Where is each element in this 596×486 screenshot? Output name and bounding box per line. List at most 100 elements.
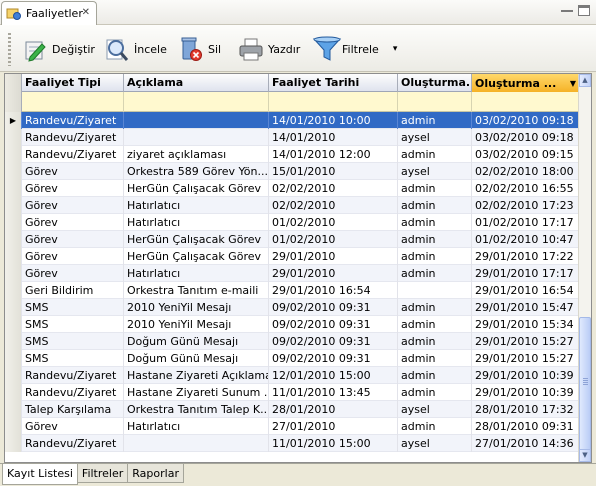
cell-created-by[interactable]: admin [398,265,472,282]
cell-activity-type[interactable]: SMS [22,350,124,367]
cell-activity-date[interactable]: 02/02/2010 [269,197,398,214]
cell-activity-type[interactable]: Geri Bildirim [22,282,124,299]
cell-description[interactable]: Hastane Ziyareti Açıklaması [124,367,269,384]
vertical-scrollbar[interactable]: ▲ ▼ [578,74,591,462]
cell-description[interactable]: Hatırlatıcı [124,214,269,231]
row-indicator[interactable] [5,418,22,435]
cell-created-by[interactable]: admin [398,180,472,197]
row-indicator[interactable] [5,316,22,333]
scroll-thumb[interactable] [579,317,591,451]
cell-created-date[interactable]: 29/01/2010 17:22 [472,248,580,265]
filter-cell-activity-type[interactable] [22,92,124,112]
cell-description[interactable]: HerGün Çalışacak Görev [124,231,269,248]
cell-activity-date[interactable]: 29/01/2010 [269,248,398,265]
cell-created-date[interactable]: 02/02/2010 18:00 [472,163,580,180]
row-indicator[interactable] [5,350,22,367]
tab-filters[interactable]: Filtreler [76,464,129,483]
cell-activity-type[interactable]: Talep Karşılama [22,401,124,418]
table-row[interactable]: SMS Doğum Günü Mesajı 09/02/2010 09:31 admi… [5,333,580,350]
row-indicator[interactable] [5,129,22,146]
cell-created-date[interactable]: 28/01/2010 09:31 [472,418,580,435]
cell-created-date[interactable]: 29/01/2010 10:39 [472,367,580,384]
table-row[interactable]: Görev HerGün Çalışacak Görev 29/01/2010 adm… [5,248,580,265]
cell-created-by[interactable]: admin [398,146,472,163]
cell-activity-type[interactable]: Görev [22,248,124,265]
column-header-activity-date[interactable]: Faaliyet Tarihi [269,74,398,92]
cell-activity-date[interactable]: 12/01/2010 15:00 [269,367,398,384]
view-tab-faaliyetler[interactable]: Faaliyetler ✕ [1,1,97,25]
column-header-created-date[interactable]: Oluşturma ... ▼ [472,74,580,92]
cell-activity-date[interactable]: 29/01/2010 16:54 [269,282,398,299]
table-row[interactable]: ▶ Randevu/Ziyaret 14/01/2010 10:00 admin 03/… [5,112,580,129]
cell-activity-type[interactable]: Randevu/Ziyaret [22,146,124,163]
cell-created-date[interactable]: 01/02/2010 10:47 [472,231,580,248]
cell-created-date[interactable]: 29/01/2010 16:54 [472,282,580,299]
cell-activity-type[interactable]: Görev [22,231,124,248]
row-indicator[interactable] [5,299,22,316]
row-indicator[interactable] [5,163,22,180]
cell-created-by[interactable]: admin [398,299,472,316]
column-header-description[interactable]: Açıklama [124,74,269,92]
cell-description[interactable]: HerGün Çalışacak Görev [124,248,269,265]
cell-activity-type[interactable]: Görev [22,214,124,231]
cell-created-date[interactable]: 03/02/2010 09:18 [472,112,580,129]
print-button[interactable]: Yazdır [238,31,300,67]
tab-record-list[interactable]: Kayıt Listesi [2,464,78,485]
cell-activity-date[interactable]: 09/02/2010 09:31 [269,333,398,350]
cell-created-by[interactable]: admin [398,248,472,265]
cell-created-date[interactable]: 29/01/2010 17:17 [472,265,580,282]
cell-activity-date[interactable]: 01/02/2010 [269,231,398,248]
cell-activity-date[interactable]: 01/02/2010 [269,214,398,231]
cell-description[interactable]: Hastane Ziyareti Sunum ... [124,384,269,401]
delete-button[interactable]: Sil [178,31,221,67]
cell-created-by[interactable]: admin [398,231,472,248]
cell-created-date[interactable]: 28/01/2010 17:32 [472,401,580,418]
table-row[interactable]: SMS Doğum Günü Mesajı 09/02/2010 09:31 admi… [5,350,580,367]
cell-created-date[interactable]: 29/01/2010 15:34 [472,316,580,333]
maximize-icon[interactable] [578,5,590,16]
row-indicator[interactable] [5,180,22,197]
cell-created-by[interactable]: aysel [398,435,472,452]
cell-activity-date[interactable]: 09/02/2010 09:31 [269,316,398,333]
cell-activity-type[interactable]: Randevu/Ziyaret [22,129,124,146]
cell-activity-date[interactable]: 29/01/2010 [269,265,398,282]
cell-activity-date[interactable]: 02/02/2010 [269,180,398,197]
cell-created-by[interactable]: aysel [398,163,472,180]
cell-created-date[interactable]: 29/01/2010 15:27 [472,333,580,350]
table-row[interactable]: SMS 2010 YeniYil Mesajı 09/02/2010 09:31 ad… [5,316,580,333]
cell-activity-date[interactable]: 15/01/2010 [269,163,398,180]
toolbar-grip[interactable] [8,33,11,66]
filter-cell-activity-date[interactable] [269,92,398,112]
table-row[interactable]: Geri Bildirim Orkestra Tanıtım e-maili 29/… [5,282,580,299]
current-row-indicator-icon[interactable]: ▶ [5,112,22,129]
cell-created-by[interactable]: aysel [398,401,472,418]
cell-created-by[interactable]: admin [398,214,472,231]
cell-description[interactable] [124,129,269,146]
cell-activity-type[interactable]: SMS [22,316,124,333]
cell-description[interactable] [124,112,269,129]
table-row[interactable]: Görev Hatırlatıcı 01/02/2010 admin 01/02/201… [5,214,580,231]
cell-created-by[interactable]: admin [398,112,472,129]
table-row[interactable]: Görev HerGün Çalışacak Görev 01/02/2010 adm… [5,231,580,248]
table-row[interactable]: Görev Hatırlatıcı 29/01/2010 admin 29/01/201… [5,265,580,282]
scroll-down-icon[interactable]: ▼ [579,449,591,462]
filter-cell-description[interactable] [124,92,269,112]
cell-created-date[interactable]: 01/02/2010 17:17 [472,214,580,231]
cell-created-date[interactable]: 29/01/2010 10:39 [472,384,580,401]
cell-description[interactable] [124,435,269,452]
cell-activity-date[interactable]: 09/02/2010 09:31 [269,299,398,316]
row-indicator[interactable] [5,146,22,163]
cell-activity-date[interactable]: 27/01/2010 [269,418,398,435]
cell-description[interactable]: Orkestra Tanıtım Talep K... [124,401,269,418]
table-row[interactable]: Randevu/Ziyaret Hastane Ziyareti Açıklama… [5,367,580,384]
cell-created-by[interactable]: admin [398,418,472,435]
cell-created-date[interactable]: 02/02/2010 16:55 [472,180,580,197]
cell-activity-type[interactable]: Görev [22,418,124,435]
cell-created-date[interactable]: 29/01/2010 15:27 [472,350,580,367]
table-row[interactable]: Randevu/Ziyaret Hastane Ziyareti Sunum ..… [5,384,580,401]
cell-created-date[interactable]: 03/02/2010 09:18 [472,129,580,146]
cell-activity-type[interactable]: Görev [22,163,124,180]
cell-created-by[interactable]: admin [398,367,472,384]
filter-dropdown-icon[interactable]: ▾ [393,44,398,54]
table-row[interactable]: Görev Hatırlatıcı 02/02/2010 admin 02/02/201… [5,197,580,214]
